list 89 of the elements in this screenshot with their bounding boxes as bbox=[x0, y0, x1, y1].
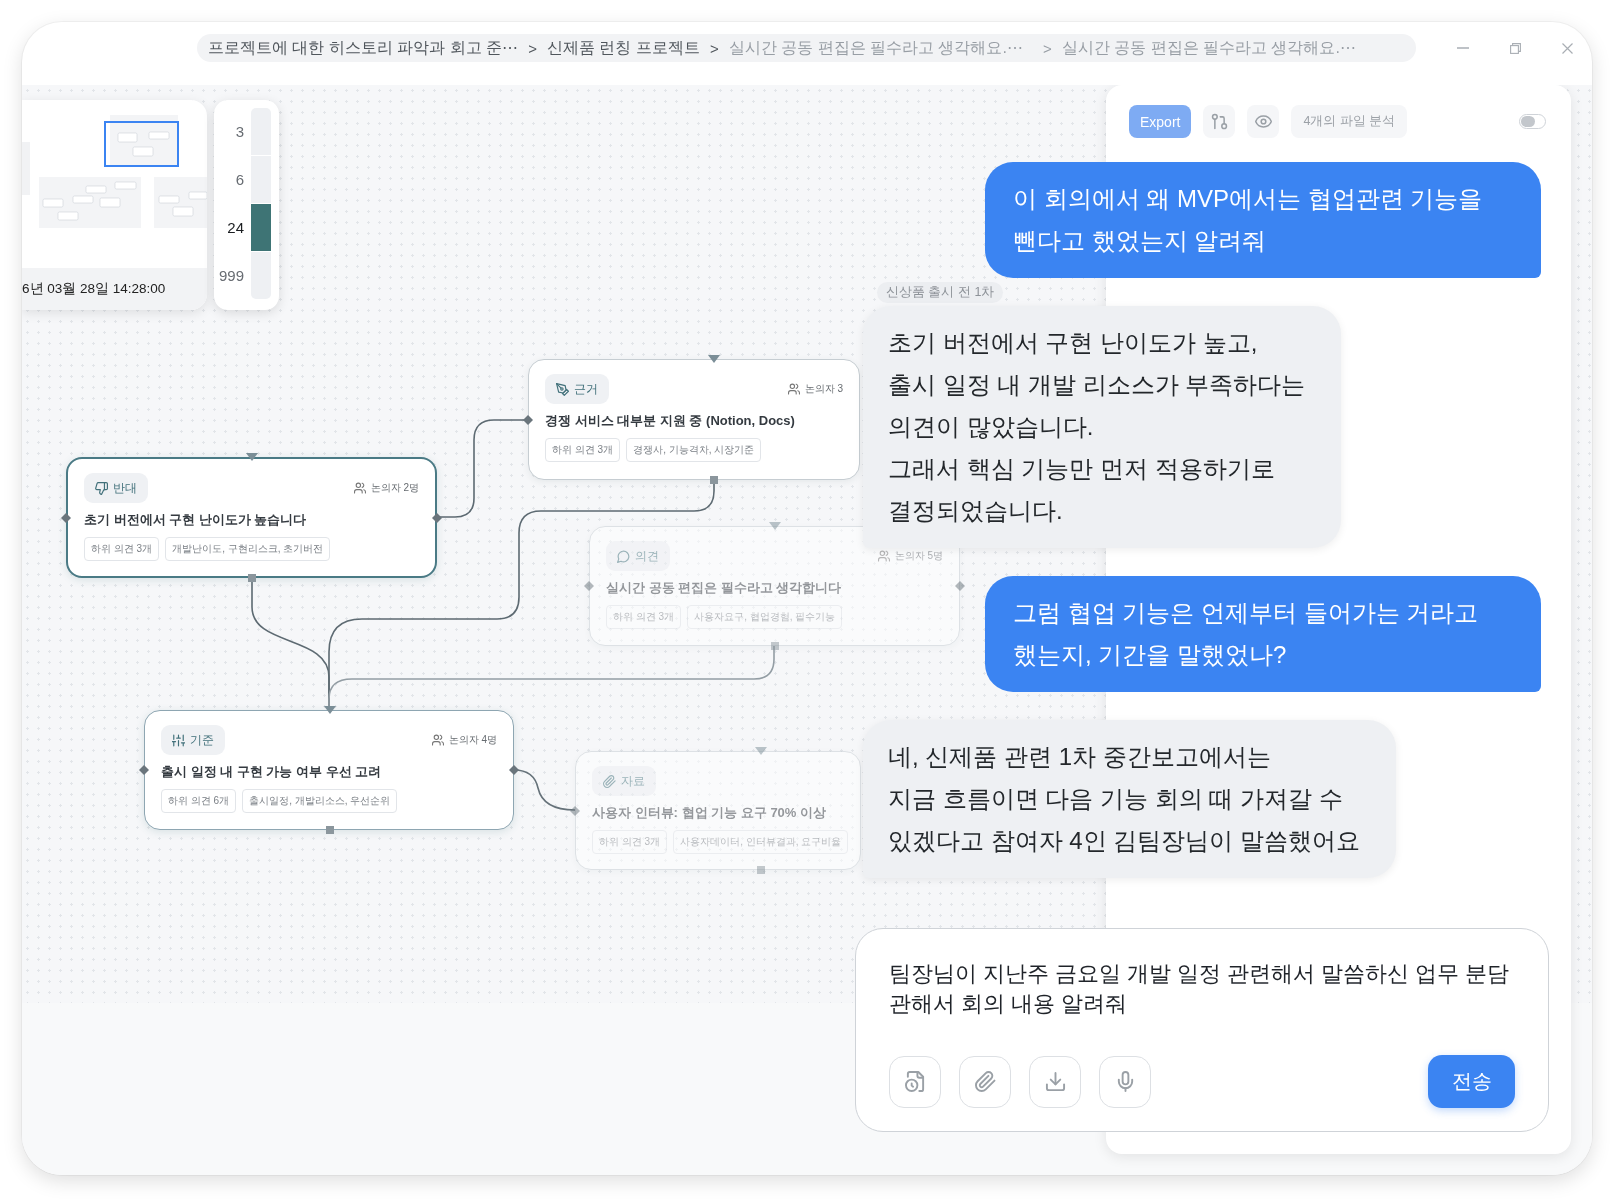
port-handle-icon[interactable] bbox=[570, 805, 580, 816]
eye-icon bbox=[1254, 113, 1272, 130]
keyword-tag: 경쟁사, 기능격차, 시장기준 bbox=[626, 438, 762, 462]
branch-icon bbox=[1210, 113, 1228, 130]
node-title: 사용자 인터뷰: 협업 기능 요구 70% 이상 bbox=[592, 804, 828, 822]
user-message: 그럼 협업 기능은 언제부터 들어가는 거라고 했는지, 기간을 말했었나? bbox=[985, 576, 1541, 692]
sub-opinion-count: 하위 의견 3개 bbox=[545, 438, 621, 462]
node-title: 실시간 공동 편집은 필수라고 생각합니다 bbox=[606, 579, 843, 597]
keyword-tag: 출시일정, 개발리소스, 우선순위 bbox=[242, 789, 398, 813]
zoom-level-option[interactable]: 3 bbox=[214, 123, 244, 140]
participant-count: 논의자 4명 bbox=[448, 733, 497, 747]
preview-button[interactable] bbox=[1247, 105, 1280, 138]
breadcrumb-separator: > bbox=[1042, 39, 1052, 57]
sub-opinion-count: 하위 의견 3개 bbox=[592, 830, 668, 854]
participant-count: 논의자 2명 bbox=[370, 481, 419, 495]
port-handle-icon[interactable] bbox=[708, 355, 720, 363]
keyword-tag: 사용자요구, 협업경험, 필수기능 bbox=[687, 605, 843, 629]
port-handle-icon[interactable] bbox=[584, 581, 594, 591]
paperclip-icon bbox=[974, 1071, 996, 1092]
port-handle-icon[interactable] bbox=[324, 706, 336, 714]
minimize-icon bbox=[1457, 47, 1469, 49]
node-title: 출시 일정 내 구현 가능 여부 우선 고려 bbox=[161, 763, 383, 781]
microphone-button[interactable] bbox=[1099, 1055, 1151, 1108]
port-handle-icon[interactable] bbox=[139, 765, 149, 775]
node-title: 초기 버전에서 구현 난이도가 높습니다 bbox=[84, 511, 308, 529]
thumbs-down-icon bbox=[95, 481, 108, 495]
idea-node[interactable]: 기준 논의자 4명 출시 일정 내 구현 가능 여부 우선 고려 하위 의견 6개 출시일정, 개발리소스, 우선순위 bbox=[144, 710, 514, 830]
port-handle-icon[interactable] bbox=[771, 642, 779, 650]
branch-button[interactable] bbox=[1203, 105, 1236, 138]
breadcrumb-link[interactable]: 신제품 런칭 프로젝트 bbox=[547, 37, 700, 59]
category-label: 기준 bbox=[190, 731, 214, 749]
breadcrumb-separator: > bbox=[709, 39, 719, 57]
restore-icon bbox=[1509, 42, 1521, 54]
participant-count: 논의자 5명 bbox=[894, 549, 943, 563]
port-handle-icon[interactable] bbox=[769, 522, 781, 530]
port-handle-icon[interactable] bbox=[710, 476, 718, 484]
assistant-message: 네, 신제품 관련 1차 중간보고에서는 지금 흐름이면 다음 기능 회의 때 가져갈 수 있겠다고 참여자 4인 김팀장님이 말씀했어요 bbox=[863, 720, 1397, 878]
pen-nib-icon bbox=[556, 382, 569, 396]
port-handle-icon[interactable] bbox=[326, 826, 334, 834]
sub-opinion-count: 하위 의견 6개 bbox=[161, 789, 237, 813]
history-file-button[interactable] bbox=[889, 1055, 941, 1108]
port-handle-icon[interactable] bbox=[955, 581, 965, 591]
send-button[interactable]: 전송 bbox=[1428, 1055, 1515, 1108]
zoom-level-option[interactable]: 24 bbox=[214, 219, 244, 236]
category-label: 자료 bbox=[621, 772, 645, 790]
participant-count: 논의자 3 bbox=[804, 382, 843, 396]
download-button[interactable] bbox=[1029, 1055, 1081, 1108]
minimap-timestamp: 6년 03월 28일 14:28:00 bbox=[22, 268, 207, 310]
port-handle-icon[interactable] bbox=[755, 747, 767, 755]
minimap-viewport[interactable] bbox=[104, 121, 179, 167]
port-handle-icon[interactable] bbox=[509, 765, 519, 775]
assistant-message: 초기 버전에서 구현 난이도가 높고, 출시 일정 내 개발 리소스가 부족하다는 의견이 많았습니다. 그래서 핵심 기능만 먼저 적용하기로 결정되었습니다. bbox=[863, 306, 1342, 548]
sub-opinion-count: 하위 의견 3개 bbox=[84, 537, 160, 561]
port-handle-icon[interactable] bbox=[757, 866, 765, 874]
sub-opinion-count: 하위 의견 3개 bbox=[606, 605, 682, 629]
people-icon bbox=[353, 482, 366, 494]
breadcrumb-link[interactable]: 프로젝트에 대한 히스토리 파악과 회고 준⋯ bbox=[208, 37, 519, 59]
idea-node[interactable]: 근거 논의자 3 경쟁 서비스 대부분 지원 중 (Notion, Docs) 하위 의견 3개 경쟁사, 기능격차, 시장기준 bbox=[528, 359, 860, 480]
idea-node[interactable]: 반대 논의자 2명 초기 버전에서 구현 난이도가 높습니다 하위 의견 3개 개발난이도, 구현리스크, 초기버전 bbox=[66, 457, 437, 578]
node-title: 경쟁 서비스 대부분 지원 중 (Notion, Docs) bbox=[545, 412, 796, 430]
attach-button[interactable] bbox=[959, 1055, 1011, 1108]
idea-node[interactable]: 자료 사용자 인터뷰: 협업 기능 요구 70% 이상 하위 의견 3개 사용자데이터, 인터뷰결과, 요구비율 bbox=[575, 751, 861, 870]
paperclip-icon bbox=[603, 774, 616, 788]
toggle-switch[interactable] bbox=[1519, 114, 1546, 129]
port-handle-icon[interactable] bbox=[61, 512, 71, 523]
zoom-level-option[interactable]: 6 bbox=[214, 171, 244, 188]
zoom-level-option[interactable]: 999 bbox=[214, 267, 244, 284]
close-icon bbox=[1561, 42, 1573, 54]
category-label: 의견 bbox=[635, 547, 659, 565]
people-icon bbox=[787, 383, 800, 395]
speech-bubble-icon bbox=[617, 549, 630, 563]
message-input[interactable]: 팀장님이 지난주 금요일 개발 일정 관련해서 말씀하신 업무 분담 관해서 회의 내용 알려줘 bbox=[889, 959, 1529, 1055]
breadcrumb-separator: > bbox=[528, 39, 537, 57]
sliders-icon bbox=[172, 733, 185, 747]
keyword-tag: 개발난이도, 구현리스크, 초기버전 bbox=[165, 537, 331, 561]
category-label: 근거 bbox=[574, 380, 598, 398]
download-icon bbox=[1044, 1071, 1066, 1092]
category-label: 반대 bbox=[113, 479, 137, 497]
people-icon bbox=[431, 734, 444, 746]
file-clock-icon bbox=[904, 1071, 926, 1092]
port-handle-icon[interactable] bbox=[432, 512, 442, 523]
keyword-tag: 사용자데이터, 인터뷰결과, 요구비율 bbox=[673, 830, 849, 854]
people-icon bbox=[877, 550, 890, 562]
port-handle-icon[interactable] bbox=[248, 574, 256, 582]
port-handle-icon[interactable] bbox=[523, 414, 533, 425]
idea-node[interactable]: 의견 논의자 5명 실시간 공동 편집은 필수라고 생각합니다 하위 의견 3개 사용자요구, 협업경험, 필수기능 bbox=[589, 526, 960, 646]
user-message: 이 회의에서 왜 MVP에서는 협업관련 기능을 뺀다고 했었는지 알려줘 bbox=[985, 162, 1541, 278]
port-handle-icon[interactable] bbox=[246, 453, 258, 461]
group-label: 신상품 출시 전 1차 bbox=[877, 282, 1004, 303]
